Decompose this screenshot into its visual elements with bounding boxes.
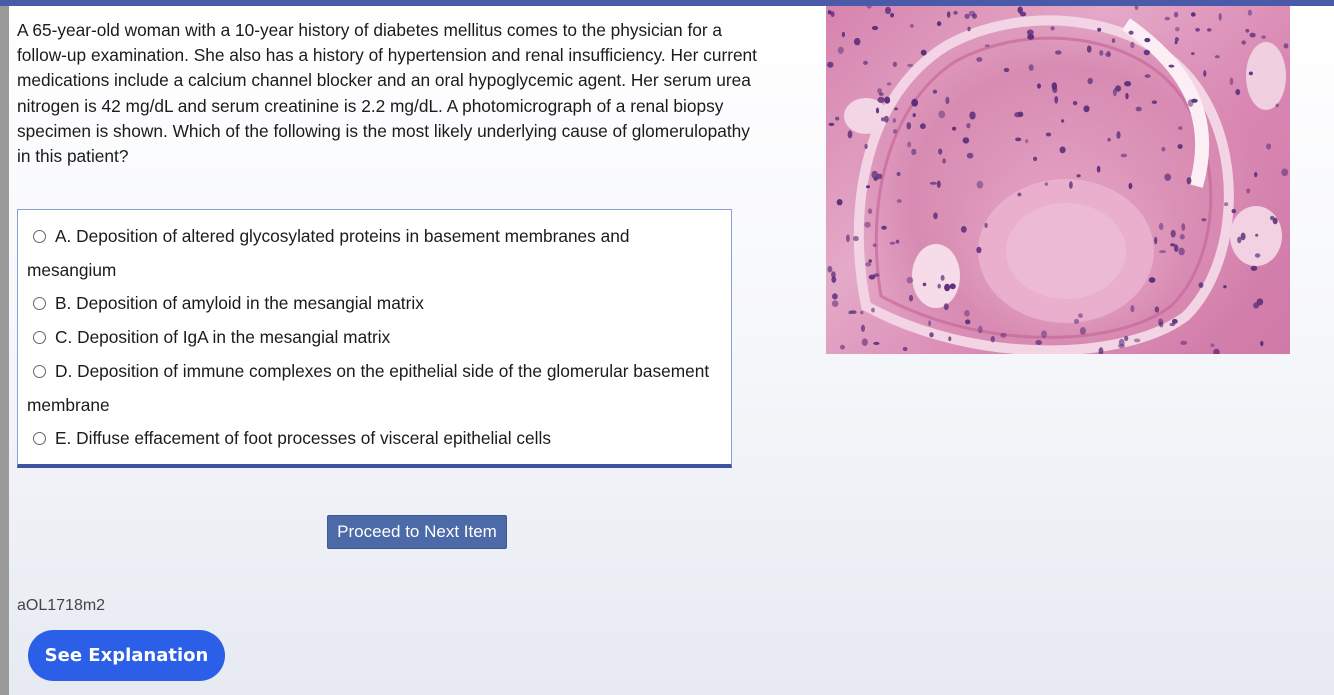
histology-illustration bbox=[827, 6, 1289, 354]
answer-option-d[interactable]: D. Deposition of immune complexes on the… bbox=[27, 355, 717, 422]
radio-button-icon[interactable] bbox=[33, 297, 46, 310]
answer-option-e[interactable]: E. Diffuse effacement of foot processes … bbox=[27, 422, 717, 456]
radio-button-icon[interactable] bbox=[33, 230, 46, 243]
answer-option-label: E. Diffuse effacement of foot processes … bbox=[55, 428, 551, 448]
left-window-edge bbox=[0, 6, 9, 695]
item-id: aOL1718m2 bbox=[17, 597, 106, 614]
answer-option-label: D. Deposition of immune complexes on the… bbox=[27, 361, 710, 415]
radio-button-icon[interactable] bbox=[33, 432, 46, 445]
radio-button-icon[interactable] bbox=[33, 365, 46, 378]
question-stem: A 65-year-old woman with a 10-year histo… bbox=[17, 20, 757, 167]
answer-option-label: B. Deposition of amyloid in the mesangia… bbox=[55, 293, 424, 313]
answer-option-c[interactable]: C. Deposition of IgA in the mesangial ma… bbox=[27, 321, 717, 355]
answer-option-b[interactable]: B. Deposition of amyloid in the mesangia… bbox=[27, 287, 717, 321]
proceed-to-next-item-button[interactable]: Proceed to Next Item bbox=[327, 515, 507, 549]
see-explanation-button[interactable]: See Explanation bbox=[28, 630, 225, 681]
answer-choices: A. Deposition of altered glycosylated pr… bbox=[17, 209, 732, 468]
renal-biopsy-photomicrograph bbox=[826, 6, 1290, 354]
answer-option-a[interactable]: A. Deposition of altered glycosylated pr… bbox=[27, 220, 717, 287]
radio-button-icon[interactable] bbox=[33, 331, 46, 344]
answer-option-label: C. Deposition of IgA in the mesangial ma… bbox=[55, 327, 391, 347]
answer-option-label: A. Deposition of altered glycosylated pr… bbox=[27, 226, 630, 280]
